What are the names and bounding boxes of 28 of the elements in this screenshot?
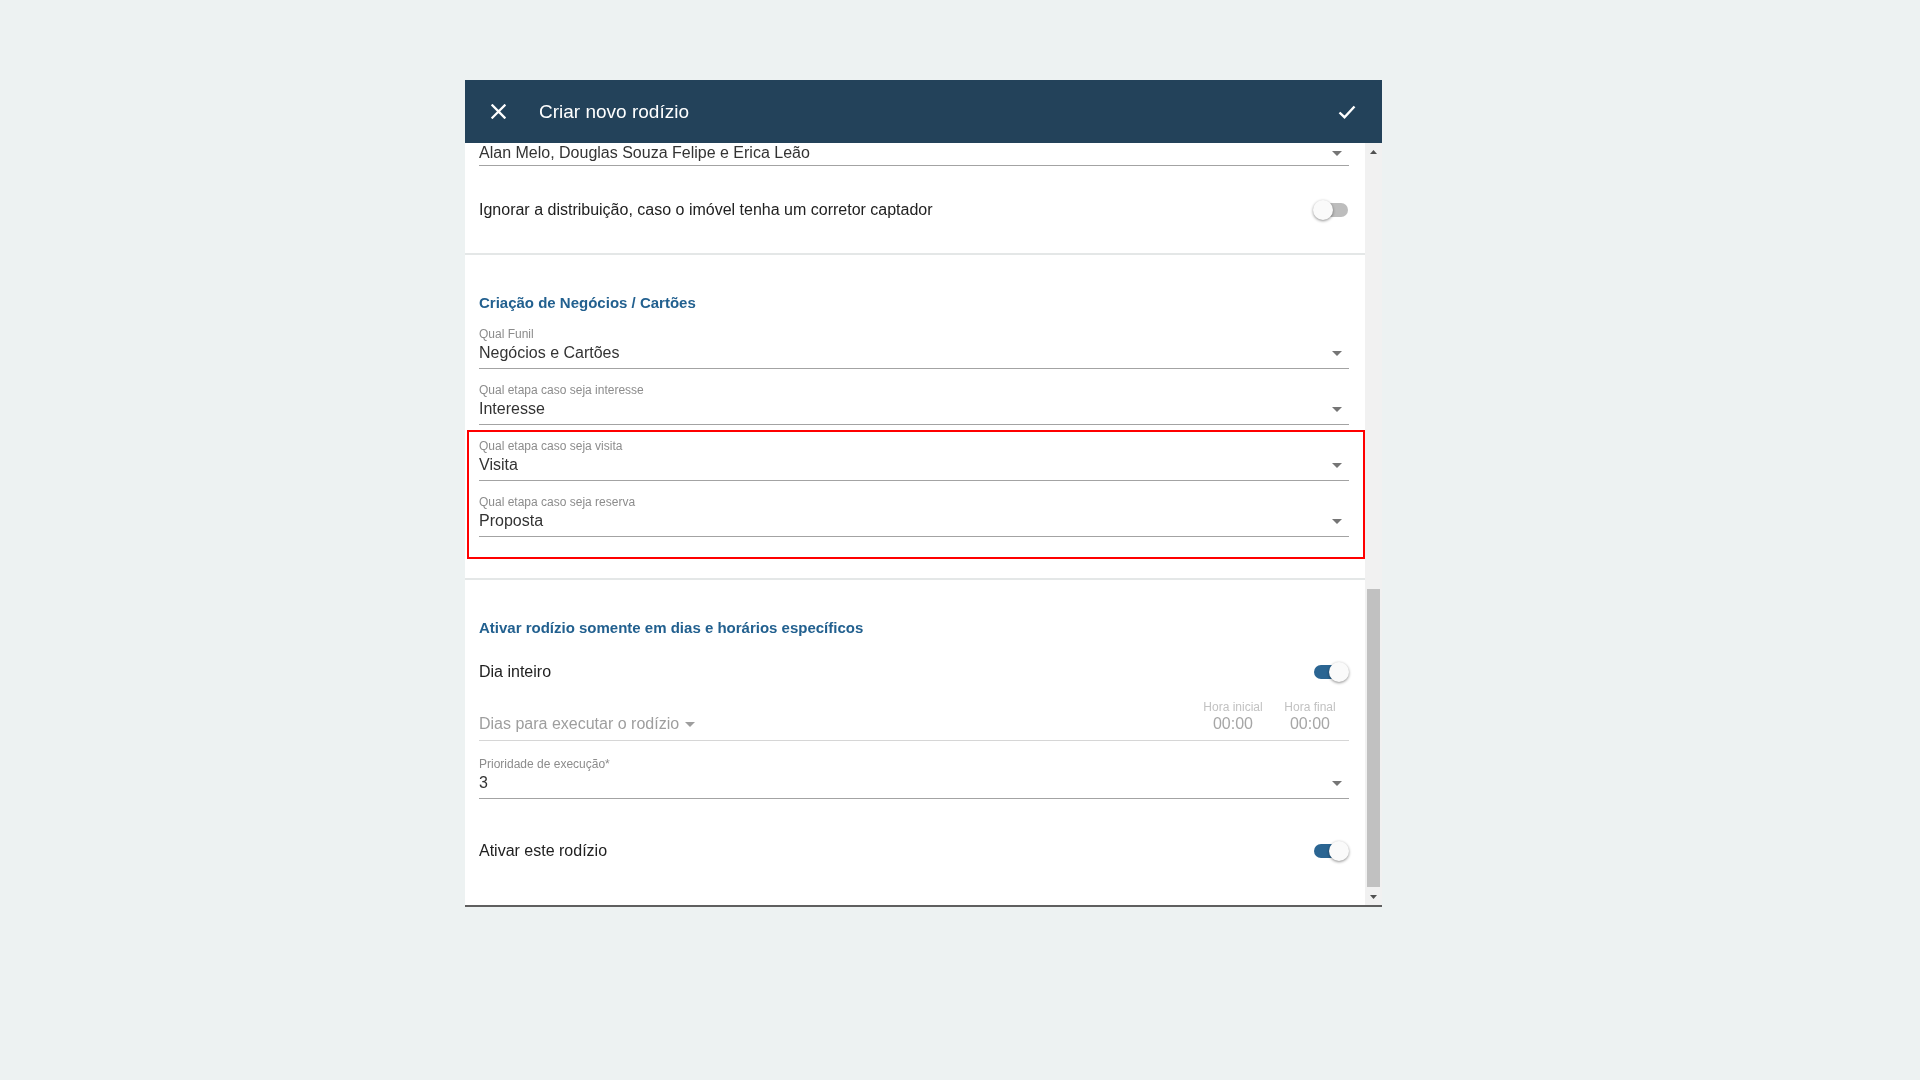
toggle-label: Dia inteiro	[479, 662, 553, 682]
caret-icon	[1332, 780, 1342, 786]
toggle-label: Ativar este rodízio	[479, 841, 609, 861]
caret-icon	[1332, 350, 1342, 356]
dialog-title: Criar novo rodízio	[539, 99, 689, 124]
caret-icon	[1332, 462, 1342, 468]
toggle-switch[interactable]	[1313, 662, 1349, 682]
section-title: Ativar rodízio somente em dias e horários específicos	[479, 618, 865, 638]
caret-icon	[1332, 150, 1342, 156]
scrollbar-thumb[interactable]	[1367, 589, 1380, 887]
toggle-switch[interactable]	[1313, 200, 1349, 220]
dropdown-field[interactable]: Alan Melo, Douglas Souza Felipe e Erica Leão	[479, 143, 1349, 166]
dropdown-field[interactable]: Prioridade de execução* 3	[479, 757, 1349, 799]
caret-icon	[685, 721, 696, 727]
section-title: Criação de Negócios / Cartões	[479, 293, 697, 313]
close-icon	[490, 104, 506, 119]
dropdown-field[interactable]: Qual etapa caso seja reserva Proposta	[479, 495, 1349, 537]
close-button[interactable]	[490, 103, 506, 120]
dropdown-field[interactable]: Qual Funil Negócios e Cartões	[479, 327, 1349, 369]
scroll-up-icon[interactable]	[1370, 149, 1377, 154]
scroll-down-icon[interactable]	[1370, 894, 1377, 899]
toggle-label: Ignorar a distribuição, caso o imóvel tenha um corretor captador	[479, 200, 934, 220]
toggle-switch[interactable]	[1313, 841, 1349, 861]
dropdown-field[interactable]: Qual etapa caso seja interesse Interesse	[479, 383, 1349, 425]
check-icon	[1338, 104, 1356, 119]
caret-icon	[1332, 518, 1342, 524]
dropdown-field[interactable]: Qual etapa caso seja visita Visita	[479, 439, 1349, 481]
caret-icon	[1332, 406, 1342, 412]
